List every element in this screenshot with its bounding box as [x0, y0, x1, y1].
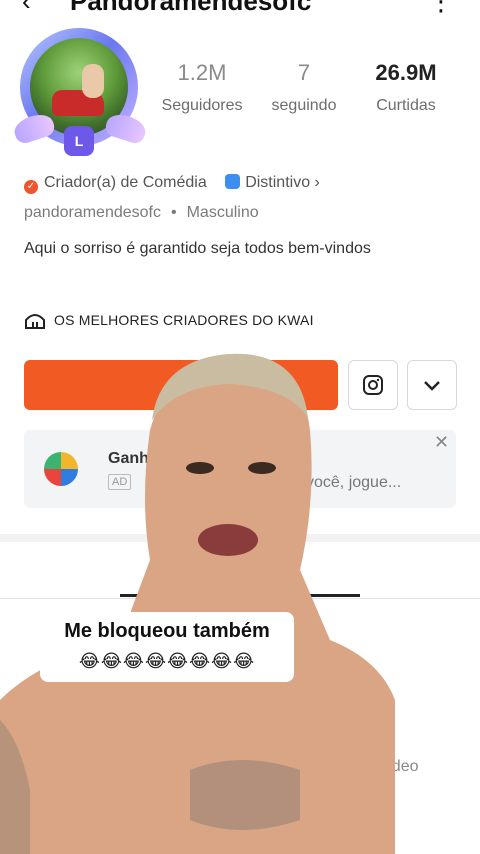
caption-emojis: 😂😂😂😂😂😂😂😂 [78, 651, 256, 671]
gender: Masculino [186, 204, 259, 221]
creator-category: Criador(a) de Comédia [44, 174, 207, 191]
likes-count: 26.9M [375, 60, 437, 85]
ad-banner[interactable]: Ganh AD você, jogue... ✕ [24, 430, 456, 508]
followers-stat[interactable]: 1.2M Seguidores [152, 60, 252, 115]
active-tab-indicator [120, 594, 360, 597]
ad-text: você, jogue... [306, 474, 402, 491]
followers-count: 1.2M [177, 60, 227, 85]
following-label: seguindo [271, 97, 337, 114]
caption-text: Me bloqueou também [64, 620, 270, 642]
ranking-label: OS MELHORES CRIADORES DO KWAI [54, 312, 314, 328]
close-icon[interactable]: ✕ [434, 432, 449, 453]
chevron-down-icon [424, 381, 440, 391]
following-count: 7 [297, 60, 311, 85]
level-badge-icon: L [64, 126, 94, 156]
more-icon[interactable]: ⋮ [428, 0, 454, 14]
caption-box: Me bloqueou também 😂😂😂😂😂😂😂😂 [40, 612, 294, 682]
expand-button[interactable] [407, 360, 457, 410]
following-stat[interactable]: 7 seguindo [262, 60, 346, 115]
instagram-icon [363, 375, 383, 395]
handle: pandoramendesofc [24, 204, 161, 221]
followers-label: Seguidores [161, 97, 243, 114]
section-divider [0, 534, 480, 542]
likes-stat[interactable]: 26.9M Curtidas [362, 60, 450, 115]
profile-meta: pandoramendesofc • Masculino [24, 204, 259, 221]
check-icon: ✓ [24, 180, 38, 194]
ranking-row[interactable]: OS MELHORES CRIADORES DO KWAI [24, 310, 314, 330]
back-icon[interactable]: ‹ [22, 0, 31, 14]
follow-button[interactable]: + S [24, 360, 338, 410]
profile-title: Pandoramendesofc [70, 0, 311, 14]
tab-separator [0, 598, 480, 599]
badge-label[interactable]: Distintivo [245, 174, 310, 191]
ad-logo-icon [44, 452, 78, 486]
top-bar: ‹ Pandoramendesofc ⋮ [0, 0, 480, 14]
instagram-button[interactable] [348, 360, 398, 410]
badge-icon [225, 174, 241, 189]
chevron-right-icon: › [310, 174, 320, 191]
ranking-icon [25, 314, 45, 329]
bio: Aqui o sorriso é garantido seja todos be… [24, 240, 371, 257]
ad-tag: AD [108, 474, 132, 490]
ad-title: Ganh [108, 450, 149, 467]
follow-label: S [182, 375, 194, 394]
likes-label: Curtidas [376, 97, 436, 114]
creator-row[interactable]: ✓ Criador(a) de Comédia Distintivo › [24, 174, 320, 194]
empty-state-text: n vídeo [366, 758, 419, 775]
avatar[interactable]: L [11, 24, 149, 156]
